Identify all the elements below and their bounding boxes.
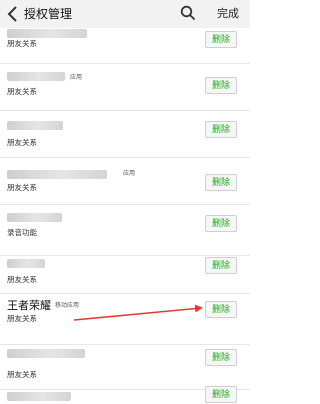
delete-button[interactable]: 删除 [205,121,237,138]
app-type-tag: 应用 [123,170,136,177]
app-name-redacted [7,170,107,179]
permission-description: 朋友关系 [7,183,37,192]
app-name: 王者荣耀 [7,299,51,312]
list-item: 应用 朋友关系 删除 [0,64,250,111]
list-item: 朋友关系 删除 [0,345,250,390]
app-name-redacted [7,259,45,268]
list-item-honor-of-kings: 王者荣耀 移动应用 朋友关系 删除 [0,294,250,345]
delete-button[interactable]: 删除 [205,174,237,191]
app-name-redacted [7,349,85,358]
app-name-redacted [7,29,87,38]
permission-description: 朋友关系 [7,138,37,147]
permission-description: 朋友关系 [7,87,37,96]
app-type-tag: 移动应用 [55,302,80,309]
permission-description: 朋友关系 [7,275,37,284]
list-item: 删除 [0,386,250,403]
title-bar: 授权管理 完成 [0,0,250,29]
delete-button[interactable]: 删除 [205,77,237,94]
list-item: 录音功能 删除 [0,205,250,256]
permission-description: 朋友关系 [7,39,37,48]
list-item: 朋友关系 删除 [0,111,250,158]
app-type-tag: 应用 [70,74,83,81]
delete-button[interactable]: 删除 [205,257,237,274]
page-title: 授权管理 [24,7,73,21]
list-item: 应用 朋友关系 删除 [0,158,250,205]
permission-description: 录音功能 [7,228,37,237]
done-button[interactable]: 完成 [217,5,239,21]
back-arrow-icon[interactable] [6,4,20,24]
app-name-redacted [7,72,65,81]
permission-description: 朋友关系 [7,314,37,323]
delete-button[interactable]: 删除 [205,386,237,403]
delete-button[interactable]: 删除 [205,349,237,366]
delete-button[interactable]: 删除 [205,31,237,48]
permission-description: 朋友关系 [7,370,37,379]
delete-button[interactable]: 删除 [205,215,237,232]
delete-button[interactable]: 删除 [205,301,237,318]
app-name-redacted [7,213,62,222]
search-icon[interactable] [180,5,196,21]
app-name-redacted [7,121,63,130]
list-item: 朋友关系 删除 [0,256,250,294]
list-item: 朋友关系 删除 [0,28,250,64]
